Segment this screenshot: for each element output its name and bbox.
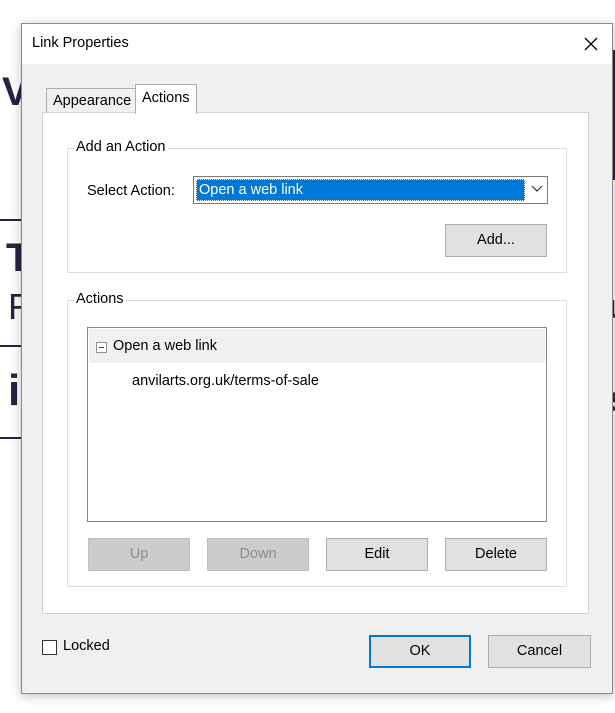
tab-actions[interactable]: Actions [135, 84, 197, 114]
dialog-title: Link Properties [32, 35, 129, 51]
background-rule [0, 219, 22, 221]
background-rule [0, 345, 22, 347]
actions-group: Actions Open a web link anvilarts.org.uk… [67, 291, 567, 587]
up-button[interactable]: Up [88, 538, 190, 571]
close-icon [584, 37, 598, 51]
title-bar: Link Properties [22, 24, 612, 64]
background-glyph: i [8, 366, 21, 415]
group-title: Add an Action [74, 139, 168, 155]
add-button[interactable]: Add... [445, 224, 547, 257]
tab-label: Appearance [53, 93, 132, 109]
actions-tab-panel: Add an Action Select Action: Open a web … [42, 112, 589, 614]
add-action-group: Add an Action Select Action: Open a web … [67, 139, 567, 273]
edit-button[interactable]: Edit [326, 538, 428, 571]
close-button[interactable] [576, 29, 606, 59]
locked-checkbox[interactable] [42, 640, 57, 655]
selected-action-value: Open a web link [196, 179, 525, 201]
tree-node-label: Open a web link [113, 338, 217, 354]
tree-child-url[interactable]: anvilarts.org.uk/terms-of-sale [132, 373, 319, 389]
select-action-label: Select Action: [87, 183, 175, 199]
actions-tree[interactable]: Open a web link anvilarts.org.uk/terms-o… [87, 327, 547, 522]
background-rule [0, 437, 22, 439]
delete-button[interactable]: Delete [445, 538, 547, 571]
select-action-dropdown[interactable]: Open a web link [193, 176, 548, 204]
group-title: Actions [74, 291, 126, 307]
down-button[interactable]: Down [207, 538, 309, 571]
cancel-button[interactable]: Cancel [488, 635, 591, 668]
locked-label: Locked [63, 638, 110, 654]
ok-button[interactable]: OK [369, 635, 471, 668]
collapse-icon[interactable] [96, 342, 107, 353]
tab-appearance[interactable]: Appearance [46, 88, 139, 112]
chevron-down-icon [531, 185, 543, 192]
tab-label: Actions [142, 90, 190, 106]
link-properties-dialog: Link Properties Appearance Actions Add a… [21, 23, 613, 694]
